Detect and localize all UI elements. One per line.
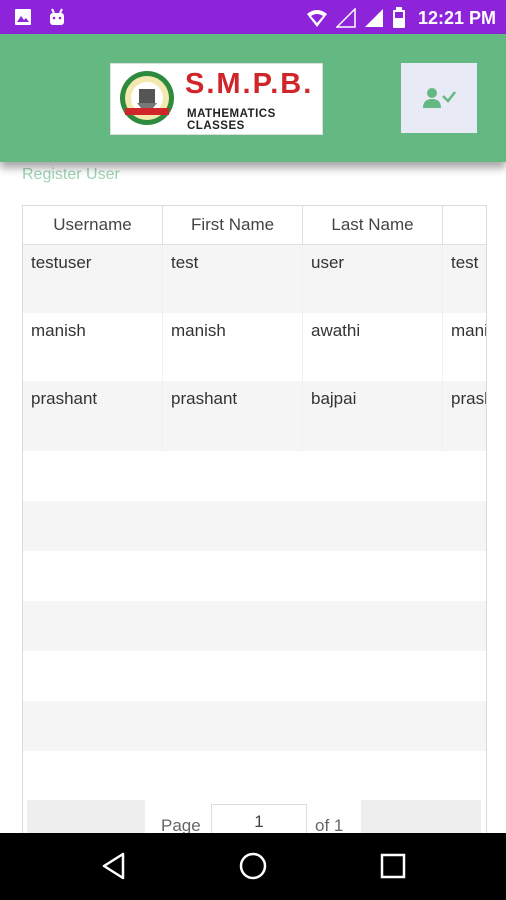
empty-row: [23, 451, 486, 501]
user-check-icon: [423, 88, 456, 108]
cell-4: manish: [451, 321, 486, 340]
signal-icon: [364, 9, 383, 27]
home-icon: [239, 852, 267, 880]
back-icon: [102, 852, 125, 880]
column-header-last-name[interactable]: Last Name: [303, 206, 443, 244]
empty-row: [23, 651, 486, 701]
wifi-icon: [306, 10, 327, 27]
user-menu-button[interactable]: [401, 63, 477, 133]
column-header-4[interactable]: [443, 206, 486, 244]
column-header-username[interactable]: Username: [23, 206, 163, 244]
cell-username: prashant: [23, 381, 163, 451]
logo[interactable]: S.M.P.B. MATHEMATICS CLASSES: [110, 63, 323, 135]
android-icon: [50, 8, 64, 25]
empty-row: [23, 601, 486, 651]
logo-title: S.M.P.B.: [185, 68, 314, 100]
cell-first-name: prashant: [163, 381, 303, 451]
users-grid: Username First Name Last Name testuser t…: [22, 205, 487, 835]
cell-first-name: manish: [163, 313, 303, 381]
app-bar: S.M.P.B. MATHEMATICS CLASSES: [0, 34, 506, 162]
status-bar-right-icons: 12:21 PM: [306, 7, 496, 29]
status-bar-left-icons: [14, 8, 66, 26]
register-user-link[interactable]: Register User: [22, 166, 120, 184]
image-icon: [15, 9, 31, 25]
next-page-button[interactable]: [361, 800, 481, 834]
back-button[interactable]: [94, 848, 134, 884]
cell-last-name: user: [303, 245, 443, 313]
table-row[interactable]: testuser test user test: [23, 245, 486, 313]
empty-row: [23, 701, 486, 751]
battery-icon: [392, 7, 405, 28]
column-header-first-name[interactable]: First Name: [163, 206, 303, 244]
empty-row: [23, 551, 486, 601]
previous-page-button[interactable]: [27, 800, 145, 834]
cell-username: manish: [23, 313, 163, 381]
table-row[interactable]: manish manish awathi manish: [23, 313, 486, 381]
system-nav-bar: [0, 833, 506, 900]
logo-subtitle: MATHEMATICS CLASSES: [187, 108, 276, 132]
home-button[interactable]: [233, 848, 273, 884]
recents-button[interactable]: [373, 848, 413, 884]
table-row[interactable]: prashant prashant bajpai prashant: [23, 381, 486, 451]
seal-icon: [120, 71, 174, 125]
signal-empty-icon: [335, 8, 356, 28]
cell-4: prashant: [451, 389, 486, 408]
recents-icon: [380, 853, 406, 879]
page-number-input[interactable]: [211, 804, 307, 834]
grid-header: Username First Name Last Name: [23, 206, 486, 245]
cell-first-name: test: [163, 245, 303, 313]
status-time: 12:21 PM: [417, 7, 496, 28]
empty-row: [23, 501, 486, 551]
cell-4: test: [451, 253, 479, 272]
empty-row: [23, 751, 486, 801]
cell-last-name: bajpai: [303, 381, 443, 451]
cell-username: testuser: [23, 245, 163, 313]
pagination-bar: Page of 1: [23, 798, 486, 834]
cell-last-name: awathi: [303, 313, 443, 381]
status-bar: 12:21 PM: [0, 0, 506, 34]
